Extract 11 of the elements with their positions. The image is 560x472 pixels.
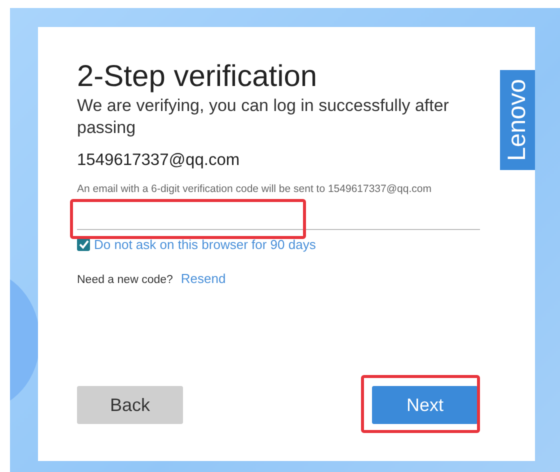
resend-link[interactable]: Resend [180,271,226,286]
page-title: 2-Step verification [77,59,318,95]
back-button[interactable]: Back [77,386,183,424]
subtitle-text: We are verifying, you can log in successfully after passing [77,95,450,139]
code-hint: An email with a 6-digit verification code will be sent to 1549617337@qq.com [77,183,432,195]
resend-prompt: Need a new code? [77,274,173,286]
brand-logo: Lenovo [500,70,535,170]
next-button[interactable]: Next [372,386,478,424]
account-email: 1549617337@qq.com [77,151,241,170]
remember-checkbox[interactable] [77,238,90,251]
remember-label[interactable]: Do not ask on this browser for 90 days [94,237,316,252]
